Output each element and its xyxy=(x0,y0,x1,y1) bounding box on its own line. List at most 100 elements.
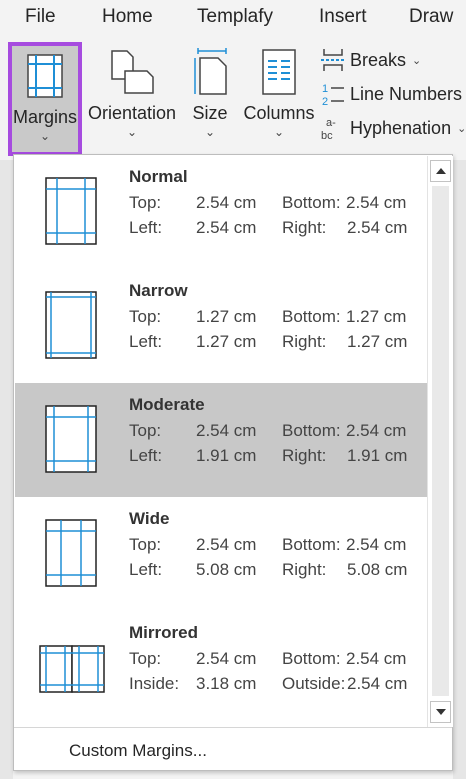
bottom-value: 1.27 cm xyxy=(346,307,407,326)
svg-text:1: 1 xyxy=(322,83,328,95)
right-label: Right: xyxy=(282,218,327,237)
svg-text:bc: bc xyxy=(321,130,333,141)
right-value: 1.91 cm xyxy=(347,446,408,465)
bottom-label: Bottom: xyxy=(282,193,341,212)
top-label: Top: xyxy=(129,535,162,554)
document-background xyxy=(0,160,13,779)
top-value: 2.54 cm xyxy=(196,649,257,668)
top-value: 2.54 cm xyxy=(196,535,257,554)
chevron-down-icon: ⌄ xyxy=(39,129,51,143)
margin-preset-moderate[interactable]: Moderate Top: 2.54 cm Bottom: 2.54 cm Le… xyxy=(15,383,427,497)
line-numbers-icon: 1 2 xyxy=(320,81,346,108)
left-label: Left: xyxy=(129,560,163,579)
left-value: 5.08 cm xyxy=(196,560,257,579)
right-value: 5.08 cm xyxy=(347,560,408,579)
top-value: 1.27 cm xyxy=(196,307,257,326)
line-numbers-button[interactable]: 1 2 Line Numbers xyxy=(320,80,462,108)
right-label: Right: xyxy=(282,560,327,579)
margins-label: Margins xyxy=(12,107,78,127)
bottom-value: 2.54 cm xyxy=(346,649,407,668)
top-value: 2.54 cm xyxy=(196,421,257,440)
orientation-label: Orientation xyxy=(87,103,177,123)
left-value: 1.91 cm xyxy=(196,446,257,465)
right-label: Right: xyxy=(282,332,327,351)
chevron-down-icon: ⌄ xyxy=(204,125,216,139)
page-thumbnail xyxy=(45,405,97,473)
tab-templafy[interactable]: Templafy xyxy=(197,6,273,28)
chevron-down-icon: ⌄ xyxy=(412,54,422,67)
bottom-label: Bottom: xyxy=(282,421,341,440)
page-thumbnail xyxy=(45,519,97,587)
svg-text:2: 2 xyxy=(322,96,328,107)
page-thumbnail xyxy=(45,291,97,359)
left-label: Left: xyxy=(129,446,163,465)
menu-divider xyxy=(14,727,452,728)
line-numbers-label: Line Numbers xyxy=(350,83,463,104)
preset-name: Wide xyxy=(129,509,170,528)
size-label: Size xyxy=(192,103,228,123)
page-thumbnail xyxy=(45,177,97,245)
scroll-track[interactable] xyxy=(432,186,449,696)
columns-icon xyxy=(262,48,296,96)
chevron-down-icon: ⌄ xyxy=(126,125,138,139)
bottom-value: 2.54 cm xyxy=(346,421,407,440)
preset-name: Mirrored xyxy=(129,623,198,642)
inside-label: Inside: xyxy=(129,674,180,693)
margins-button[interactable]: Margins ⌄ xyxy=(8,42,82,156)
margins-icon xyxy=(27,52,63,100)
tab-file[interactable]: File xyxy=(25,6,56,28)
bottom-label: Bottom: xyxy=(282,649,341,668)
hyphenation-icon: a- bc xyxy=(320,115,346,142)
size-button[interactable]: Size ⌄ xyxy=(188,42,232,156)
margin-preset-normal[interactable]: Normal Top: 2.54 cm Bottom: 2.54 cm Left… xyxy=(15,155,427,269)
menu-bar: File Home Templafy Insert Draw xyxy=(0,0,466,36)
top-label: Top: xyxy=(129,649,162,668)
tab-insert[interactable]: Insert xyxy=(319,6,367,28)
top-label: Top: xyxy=(129,307,162,326)
inside-value: 3.18 cm xyxy=(196,674,257,693)
right-value: 2.54 cm xyxy=(347,218,408,237)
breaks-icon xyxy=(320,47,346,73)
bottom-label: Bottom: xyxy=(282,307,341,326)
columns-button[interactable]: Columns ⌄ xyxy=(242,42,316,156)
hyphenation-label: Hyphenation xyxy=(350,117,452,138)
size-icon xyxy=(192,48,228,96)
hyphenation-button[interactable]: a- bc Hyphenation ⌄ xyxy=(320,114,466,142)
top-label: Top: xyxy=(129,193,162,212)
dropdown-scrollbar[interactable] xyxy=(427,156,453,727)
ribbon: Margins ⌄ Orientation ⌄ Size ⌄ Columns ⌄… xyxy=(0,36,466,160)
svg-text:a-: a- xyxy=(326,117,336,129)
orientation-button[interactable]: Orientation ⌄ xyxy=(86,42,178,156)
preset-name: Normal xyxy=(129,167,188,186)
left-label: Left: xyxy=(129,218,163,237)
custom-margins-item[interactable]: Custom Margins... xyxy=(69,741,207,761)
chevron-down-icon: ⌄ xyxy=(457,122,466,135)
breaks-button[interactable]: Breaks ⌄ xyxy=(320,46,421,74)
margin-preset-narrow[interactable]: Narrow Top: 1.27 cm Bottom: 1.27 cm Left… xyxy=(15,269,427,383)
preset-name: Moderate xyxy=(129,395,205,414)
outside-value: 2.54 cm xyxy=(347,674,408,693)
top-value: 2.54 cm xyxy=(196,193,257,212)
bottom-label: Bottom: xyxy=(282,535,341,554)
chevron-down-icon: ⌄ xyxy=(273,125,285,139)
margin-preset-mirrored[interactable]: Mirrored Top: 2.54 cm Bottom: 2.54 cm In… xyxy=(15,611,427,725)
document-background xyxy=(453,160,466,779)
tab-home[interactable]: Home xyxy=(102,6,153,28)
bottom-value: 2.54 cm xyxy=(346,535,407,554)
top-label: Top: xyxy=(129,421,162,440)
right-value: 1.27 cm xyxy=(347,332,408,351)
page-thumbnail xyxy=(39,645,105,693)
scroll-down-icon[interactable] xyxy=(430,701,451,723)
scroll-up-icon[interactable] xyxy=(430,160,451,182)
outside-label: Outside: xyxy=(282,674,346,693)
left-label: Left: xyxy=(129,332,163,351)
bottom-value: 2.54 cm xyxy=(346,193,407,212)
orientation-icon xyxy=(109,48,155,96)
margin-preset-wide[interactable]: Wide Top: 2.54 cm Bottom: 2.54 cm Left: … xyxy=(15,497,427,611)
preset-name: Narrow xyxy=(129,281,188,300)
margins-dropdown: Normal Top: 2.54 cm Bottom: 2.54 cm Left… xyxy=(13,154,453,771)
left-value: 1.27 cm xyxy=(196,332,257,351)
tab-draw[interactable]: Draw xyxy=(409,6,453,28)
left-value: 2.54 cm xyxy=(196,218,257,237)
right-label: Right: xyxy=(282,446,327,465)
